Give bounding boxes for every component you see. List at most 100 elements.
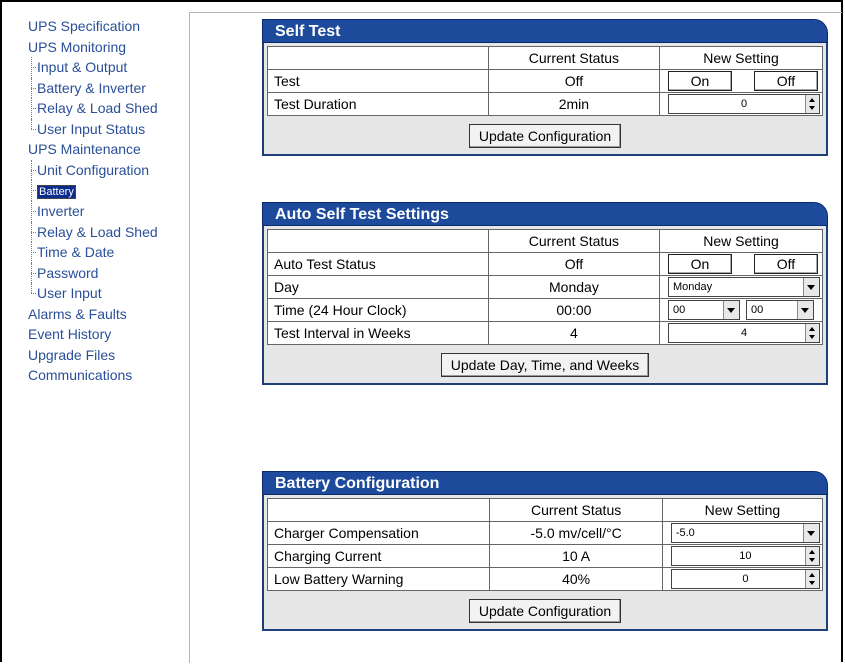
minute-select[interactable]: 00 bbox=[746, 300, 815, 320]
nav-communications[interactable]: Communications bbox=[28, 365, 188, 386]
test-toggle-cell: On Off bbox=[659, 69, 823, 93]
header-blank bbox=[267, 46, 489, 70]
duration-stepper[interactable]: 0 bbox=[668, 94, 820, 114]
nav-ups-specification[interactable]: UPS Specification bbox=[28, 16, 188, 37]
stepper-arrows-icon[interactable] bbox=[805, 95, 819, 113]
table-row: Charging Current 10 A 10 bbox=[266, 544, 824, 568]
auto-test-off-button[interactable]: Off bbox=[753, 254, 818, 274]
table-row: Auto Test Status Off On Off bbox=[267, 252, 823, 276]
table-row: Charger Compensation -5.0 mv/cell/°C -5.… bbox=[266, 521, 824, 545]
nav-event-history[interactable]: Event History bbox=[28, 324, 188, 345]
chevron-down-icon[interactable] bbox=[803, 524, 819, 542]
time-select-group: 00 00 bbox=[668, 300, 820, 320]
nav-unit-configuration-label: Unit Configuration bbox=[37, 161, 150, 178]
battery-configuration-title: Battery Configuration bbox=[262, 471, 828, 495]
day-select-value: Monday bbox=[673, 281, 713, 293]
nav-alarms-faults[interactable]: Alarms & Faults bbox=[28, 304, 188, 325]
interval-cell: 4 bbox=[659, 321, 823, 345]
duration-status: 2min bbox=[487, 92, 661, 116]
interval-label: Test Interval in Weeks bbox=[267, 321, 489, 345]
self-test-title: Self Test bbox=[262, 19, 828, 43]
charging-current-stepper[interactable]: 10 bbox=[670, 546, 820, 566]
nav-upgrade-files[interactable]: Upgrade Files bbox=[28, 345, 188, 366]
battery-configuration-body: Current Status New Setting Charger Compe… bbox=[262, 495, 828, 631]
nav-battery[interactable]: Battery bbox=[28, 180, 188, 201]
stepper-arrows-icon[interactable] bbox=[805, 570, 819, 588]
low-battery-warning-value: 0 bbox=[742, 573, 749, 585]
header-new-setting: New Setting bbox=[659, 46, 823, 70]
nav-user-input-status-label: User Input Status bbox=[37, 120, 146, 137]
nav-relay-load-shed-label: Relay & Load Shed bbox=[37, 223, 158, 240]
nav-input-output-label: Input & Output bbox=[37, 59, 128, 75]
time-status: 00:00 bbox=[487, 298, 661, 322]
duration-cell: 0 bbox=[659, 92, 823, 116]
nav-unit-configuration[interactable]: Unit Configuration bbox=[28, 159, 188, 181]
nav-input-output[interactable]: Input & Output bbox=[28, 57, 188, 78]
header-blank bbox=[266, 498, 491, 522]
duration-label: Test Duration bbox=[267, 92, 489, 116]
low-battery-warning-status: 40% bbox=[489, 567, 663, 591]
day-select[interactable]: Monday bbox=[668, 277, 820, 297]
charging-current-cell: 10 bbox=[661, 544, 824, 568]
nav-password-label: Password bbox=[37, 264, 99, 281]
interval-stepper[interactable]: 4 bbox=[668, 323, 820, 343]
battery-config-button-row: Update Configuration bbox=[267, 591, 823, 623]
chevron-down-icon[interactable] bbox=[723, 301, 740, 319]
auto-test-on-button[interactable]: On bbox=[668, 254, 733, 274]
header-new-setting: New Setting bbox=[659, 229, 823, 253]
battery-configuration-table: Current Status New Setting Charger Compe… bbox=[266, 498, 824, 591]
table-row: Low Battery Warning 40% 0 bbox=[266, 567, 824, 591]
update-battery-configuration-button[interactable]: Update Configuration bbox=[468, 599, 622, 623]
update-day-time-weeks-button[interactable]: Update Day, Time, and Weeks bbox=[440, 353, 650, 377]
table-header-row: Current Status New Setting bbox=[266, 498, 824, 522]
table-row: Test Interval in Weeks 4 4 bbox=[267, 321, 823, 345]
nav-ups-maintenance[interactable]: UPS Maintenance bbox=[28, 139, 188, 160]
charger-compensation-label: Charger Compensation bbox=[266, 521, 491, 545]
battery-configuration-panel: Battery Configuration Current Status New… bbox=[262, 471, 828, 631]
nav-user-input[interactable]: User Input bbox=[28, 283, 188, 304]
auto-self-test-panel: Auto Self Test Settings Current Status N… bbox=[262, 202, 828, 385]
table-row: Time (24 Hour Clock) 00:00 00 00 bbox=[267, 298, 823, 322]
header-blank bbox=[267, 229, 489, 253]
charger-compensation-select[interactable]: -5.0 bbox=[670, 523, 820, 543]
auto-test-toggle-cell: On Off bbox=[659, 252, 823, 276]
hour-select[interactable]: 00 bbox=[668, 300, 741, 320]
nav-password[interactable]: Password bbox=[28, 262, 188, 284]
day-label: Day bbox=[267, 275, 489, 299]
duration-value: 0 bbox=[740, 98, 748, 110]
nav-inverter[interactable]: Inverter bbox=[28, 201, 188, 222]
nav-user-input-status[interactable]: User Input Status bbox=[28, 118, 188, 140]
header-current-status: Current Status bbox=[489, 498, 663, 522]
nav-time-date[interactable]: Time & Date bbox=[28, 242, 188, 263]
stepper-arrows-icon[interactable] bbox=[805, 324, 819, 342]
chevron-down-icon[interactable] bbox=[797, 301, 814, 319]
self-test-table: Current Status New Setting Test Off On O… bbox=[267, 46, 823, 116]
update-configuration-button[interactable]: Update Configuration bbox=[468, 124, 622, 148]
nav-time-date-label: Time & Date bbox=[37, 244, 115, 260]
nav-battery-inverter-label: Battery & Inverter bbox=[37, 79, 146, 96]
charging-current-value: 10 bbox=[739, 550, 752, 562]
charging-current-label: Charging Current bbox=[266, 544, 491, 568]
test-on-button[interactable]: On bbox=[668, 71, 733, 91]
low-battery-warning-cell: 0 bbox=[661, 567, 824, 591]
nav-ups-monitoring[interactable]: UPS Monitoring bbox=[28, 37, 188, 58]
minute-select-value: 00 bbox=[751, 304, 764, 316]
low-battery-warning-label: Low Battery Warning bbox=[266, 567, 491, 591]
charging-current-status: 10 A bbox=[489, 544, 663, 568]
nav-battery-inverter[interactable]: Battery & Inverter bbox=[28, 77, 188, 99]
time-cell: 00 00 bbox=[659, 298, 823, 322]
nav-relay-load-shed[interactable]: Relay & Load Shed bbox=[28, 221, 188, 243]
nav-relay-load-shed-monitoring[interactable]: Relay & Load Shed bbox=[28, 98, 188, 119]
hour-select-value: 00 bbox=[673, 304, 686, 316]
auto-test-status-value: Off bbox=[487, 252, 661, 276]
stepper-arrows-icon[interactable] bbox=[805, 547, 819, 565]
nav-user-input-label: User Input bbox=[37, 285, 102, 301]
charger-compensation-status: -5.0 mv/cell/°C bbox=[489, 521, 663, 545]
auto-self-test-table: Current Status New Setting Auto Test Sta… bbox=[267, 229, 823, 345]
chevron-down-icon[interactable] bbox=[803, 278, 819, 296]
low-battery-warning-stepper[interactable]: 0 bbox=[670, 569, 820, 589]
test-off-button[interactable]: Off bbox=[753, 71, 818, 91]
table-row: Test Duration 2min 0 bbox=[267, 92, 823, 116]
auto-test-status-label: Auto Test Status bbox=[267, 252, 489, 276]
self-test-panel: Self Test Current Status New Setting Tes… bbox=[262, 19, 828, 156]
